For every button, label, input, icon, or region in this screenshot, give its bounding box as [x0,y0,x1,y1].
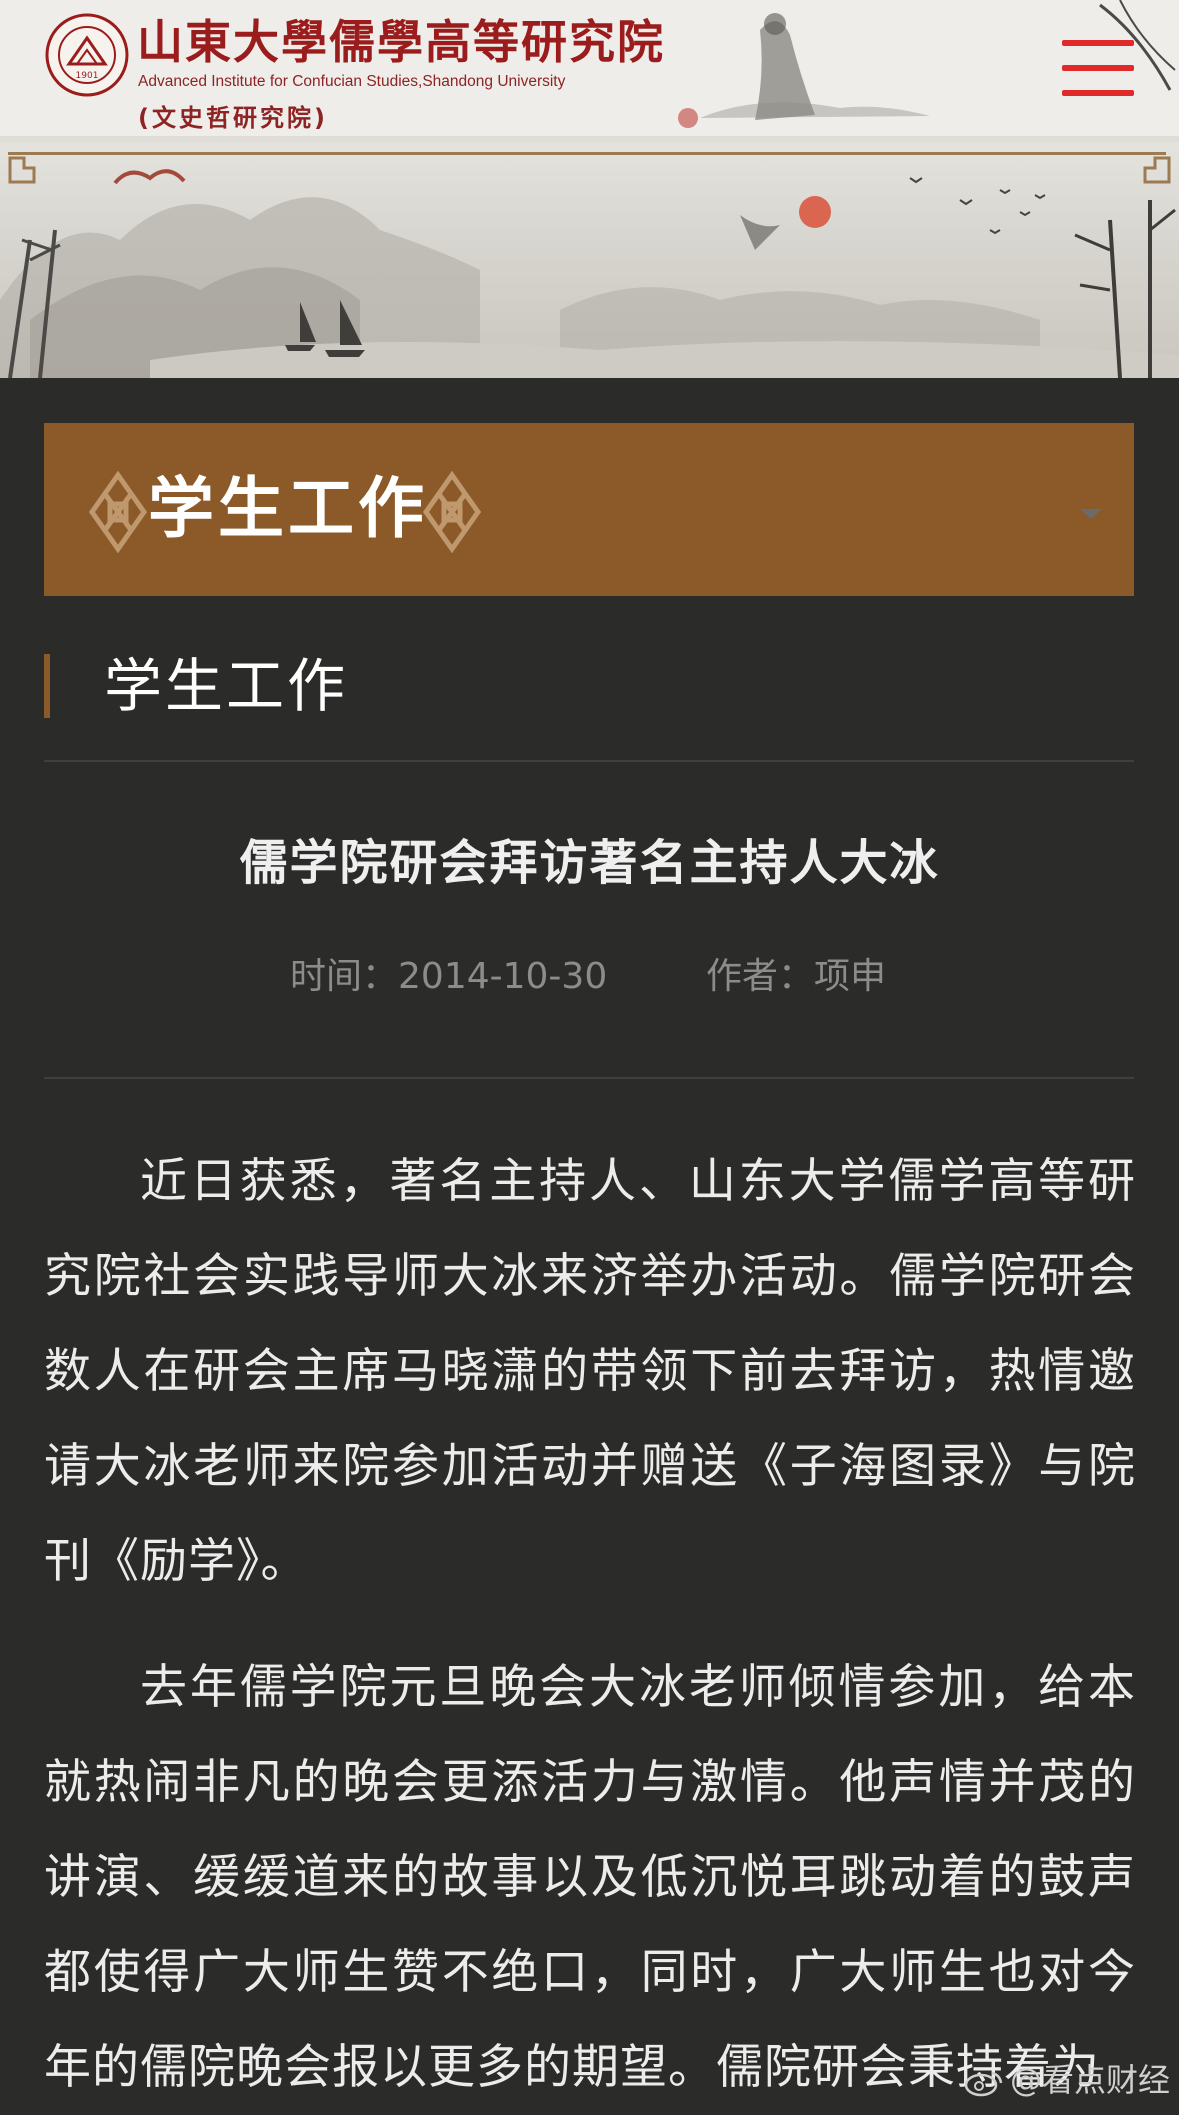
menu-line [1062,65,1134,71]
article-paragraph: 去年儒学院元旦晚会大冰老师倾情参加，给本就热闹非凡的晚会更添活力与激情。他声情并… [44,1660,1136,2095]
menu-line [1062,90,1134,96]
weibo-logo-icon [964,2071,1003,2097]
date-value: 2014-10-30 [398,956,608,997]
site-logo-paren: (文史哲研究院) [138,104,328,132]
author-value: 项申 [814,956,887,997]
subheading-title: 学生工作 [104,652,349,720]
article-title: 儒学院研会拜访著名主持人大冰 [239,835,940,891]
banner-frame [8,152,1166,378]
section-title: 学生工作 [148,470,428,547]
knot-ornament-icon [88,471,148,553]
section-dropdown-bar[interactable]: 学生工作 [44,423,1134,596]
date-label: 时间： [290,956,399,997]
university-seal-icon[interactable]: 1901 [44,12,130,98]
site-header: 1901 山東大學儒學高等研究院 Advanced Institute for … [0,0,1179,378]
caret-down-icon[interactable] [1080,509,1102,519]
site-logo-title[interactable]: 山東大學儒學高等研究院 [137,14,663,70]
watermark-text: @看点财经 [1010,2061,1171,2099]
article-date: 时间：2014-10-30 [290,950,607,1004]
article-paragraph: 近日获悉，著名主持人、山东大学儒学高等研究院社会实践导师大冰来济举办活动。儒学院… [44,1154,1136,1589]
author-label: 作者： [706,956,815,997]
hamburger-menu-icon[interactable] [1062,40,1134,96]
menu-line [1062,40,1134,46]
knot-ornament-icon [422,471,482,553]
site-logo-subtitle: Advanced Institute for Confucian Studies… [138,73,566,90]
watermark: @看点财经 [964,2062,1170,2098]
divider [44,1077,1134,1079]
article-author: 作者：项申 [706,950,886,1004]
seal-year: 1901 [76,71,99,81]
subheading-accent-bar [44,654,50,718]
divider [44,760,1134,762]
